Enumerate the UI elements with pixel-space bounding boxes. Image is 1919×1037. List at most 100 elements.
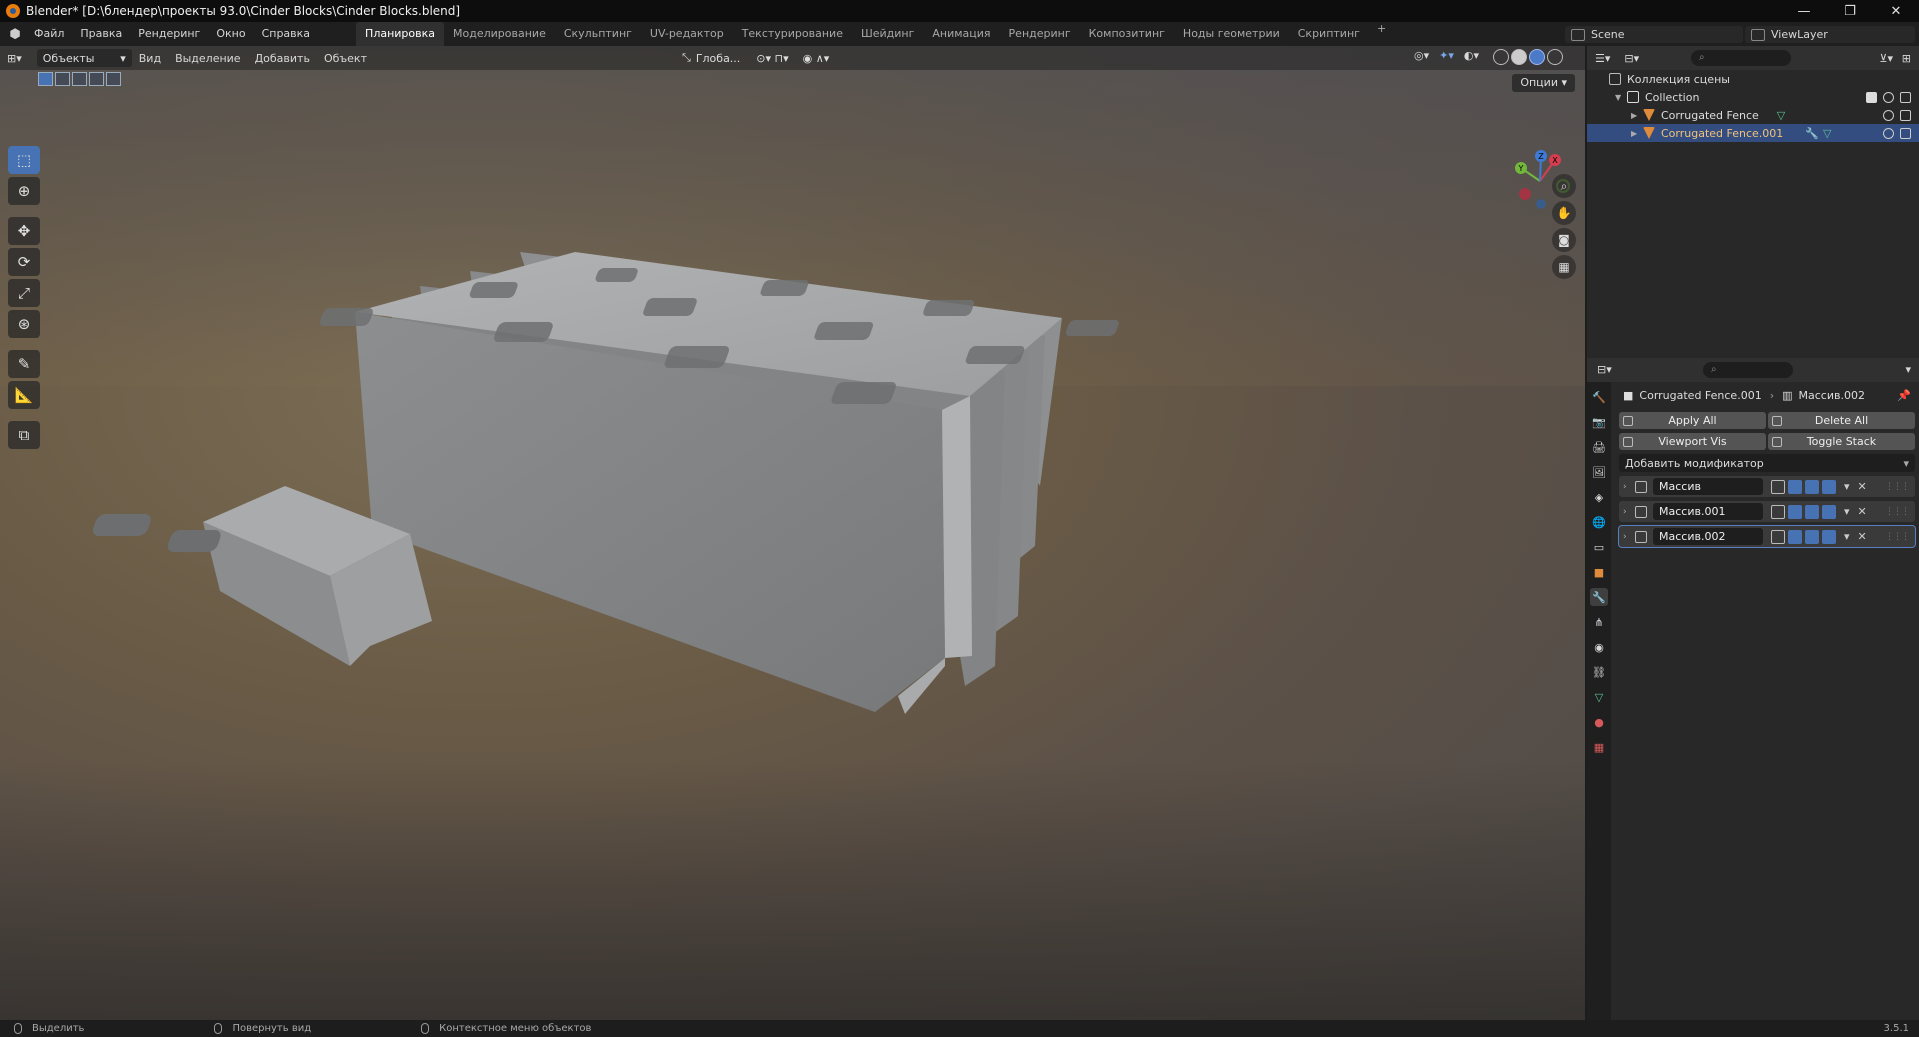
output-tab-icon[interactable]: 🖨 [1590, 438, 1608, 456]
dropdown-icon[interactable]: ▾ [1844, 480, 1850, 493]
menu-add[interactable]: Добавить [248, 52, 317, 65]
expand-arrow-icon[interactable]: ▶ [1631, 111, 1643, 120]
properties-editor-icon[interactable]: ⊟▾ [1597, 363, 1612, 376]
add-cube-tool-icon[interactable]: ⧉ [8, 421, 40, 449]
perspective-toggle-icon[interactable]: ▦ [1552, 255, 1576, 279]
expand-arrow-icon[interactable]: › [1623, 532, 1635, 542]
visibility-icon[interactable]: ◎▾ [1414, 49, 1429, 65]
tab-scripting[interactable]: Скриптинг [1289, 22, 1369, 46]
select-new-icon[interactable] [38, 72, 53, 86]
gizmo-toggle-icon[interactable]: ✦▾ [1439, 49, 1454, 65]
cage-toggle-icon[interactable] [1788, 529, 1802, 544]
data-tab-icon[interactable]: ▽ [1590, 688, 1608, 706]
transform-tool-icon[interactable]: ⊛ [8, 310, 40, 338]
texture-tab-icon[interactable]: ▦ [1590, 738, 1608, 756]
remove-modifier-icon[interactable]: ✕ [1858, 480, 1867, 493]
tab-sculpting[interactable]: Скульптинг [555, 22, 641, 46]
scale-tool-icon[interactable]: ⤢ [8, 279, 40, 307]
restore-button[interactable]: ❐ [1827, 0, 1873, 22]
outliner-object-row-selected[interactable]: ▶ Corrugated Fence.001 🔧 ▽ [1587, 124, 1919, 142]
constraints-tab-icon[interactable]: ⛓ [1590, 663, 1608, 681]
measure-tool-icon[interactable]: 📐 [8, 381, 40, 409]
material-tab-icon[interactable]: ● [1590, 713, 1608, 731]
cursor-tool-icon[interactable]: ⊕ [8, 177, 40, 205]
cage-toggle-icon[interactable] [1788, 479, 1802, 494]
pin-icon[interactable]: 📌 [1897, 389, 1911, 402]
material-shading-icon[interactable] [1529, 49, 1545, 65]
tab-texture-paint[interactable]: Текстурирование [733, 22, 852, 46]
modifier-name-field[interactable]: Массив [1653, 478, 1763, 495]
delete-all-button[interactable]: Delete All [1768, 412, 1915, 429]
remove-modifier-icon[interactable]: ✕ [1858, 530, 1867, 543]
menu-window[interactable]: Окно [208, 22, 253, 46]
menu-view[interactable]: Вид [132, 52, 168, 65]
solid-shading-icon[interactable] [1511, 49, 1527, 65]
physics-tab-icon[interactable]: ◉ [1590, 638, 1608, 656]
menu-help[interactable]: Справка [254, 22, 318, 46]
snap-icon[interactable]: ⊙▾ ⊓▾ [756, 52, 788, 65]
camera-icon[interactable] [1900, 127, 1911, 139]
move-tool-icon[interactable]: ✥ [8, 217, 40, 245]
drag-handle-icon[interactable]: ⋮⋮⋮ [1885, 532, 1910, 542]
filter-icon[interactable]: ⊻▾ [1879, 52, 1893, 65]
add-modifier-dropdown[interactable]: Добавить модификатор ▾ [1619, 454, 1915, 472]
render-tab-icon[interactable]: 📷 [1590, 413, 1608, 431]
menu-edit[interactable]: Правка [72, 22, 130, 46]
menu-file[interactable]: Файл [26, 22, 72, 46]
tab-compositing[interactable]: Композитинг [1080, 22, 1174, 46]
drag-handle-icon[interactable]: ⋮⋮⋮ [1885, 507, 1910, 517]
expand-arrow-icon[interactable]: › [1623, 482, 1635, 492]
dropdown-icon[interactable]: ▾ [1844, 530, 1850, 543]
properties-search-input[interactable]: ⌕ [1703, 362, 1793, 378]
checkbox-icon[interactable] [1866, 91, 1877, 103]
viewport-toggle-icon[interactable] [1805, 479, 1819, 494]
scene-tab-icon[interactable]: ◈ [1590, 488, 1608, 506]
object-tab-icon[interactable]: ■ [1590, 563, 1608, 581]
expand-arrow-icon[interactable]: ▼ [1615, 93, 1627, 102]
viewport-toggle-icon[interactable] [1805, 504, 1819, 519]
select-box-tool-icon[interactable]: ⬚ [8, 146, 40, 174]
select-extend-icon[interactable] [55, 72, 70, 86]
outliner-collection[interactable]: ▼ Collection [1587, 88, 1919, 106]
modifier-row[interactable]: › Массив ▾ ✕ ⋮⋮⋮ [1619, 476, 1915, 497]
3d-viewport[interactable]: ⊞▾ Объекты ▾ Вид Выделение Добавить Объе… [0, 46, 1585, 1020]
tab-geometry-nodes[interactable]: Ноды геометрии [1174, 22, 1289, 46]
cinder-blocks-scene[interactable] [0, 46, 1585, 1020]
modifier-name-field[interactable]: Массив.002 [1653, 528, 1763, 545]
modifier-row[interactable]: › Массив.001 ▾ ✕ ⋮⋮⋮ [1619, 501, 1915, 522]
tab-modeling[interactable]: Моделирование [444, 22, 555, 46]
menu-render[interactable]: Рендеринг [130, 22, 208, 46]
options-dropdown[interactable]: Опции ▾ [1512, 74, 1575, 92]
scene-selector[interactable]: Scene [1565, 26, 1743, 43]
edit-mode-toggle-icon[interactable] [1771, 479, 1785, 494]
tool-tab-icon[interactable]: 🔨 [1590, 388, 1608, 406]
edit-mode-toggle-icon[interactable] [1771, 504, 1785, 519]
viewport-vis-button[interactable]: Viewport Vis [1619, 433, 1766, 450]
tab-uv-editing[interactable]: UV-редактор [641, 22, 733, 46]
select-subtract-icon[interactable] [72, 72, 87, 86]
outliner-search-input[interactable]: ⌕ [1691, 50, 1791, 66]
wireframe-shading-icon[interactable] [1493, 49, 1509, 65]
expand-arrow-icon[interactable]: › [1623, 507, 1635, 517]
apply-all-button[interactable]: Apply All [1619, 412, 1766, 429]
annotate-tool-icon[interactable]: ✎ [8, 350, 40, 378]
interaction-mode-select[interactable]: Объекты ▾ [36, 49, 132, 67]
render-toggle-icon[interactable] [1822, 504, 1836, 519]
eye-icon[interactable] [1883, 109, 1894, 121]
viewport-toggle-icon[interactable] [1805, 529, 1819, 544]
rendered-shading-icon[interactable] [1547, 49, 1563, 65]
rotate-tool-icon[interactable]: ⟳ [8, 248, 40, 276]
view-layer-selector[interactable]: ViewLayer [1745, 26, 1915, 43]
overlay-toggle-icon[interactable]: ◐▾ [1464, 49, 1479, 65]
eye-icon[interactable] [1883, 91, 1894, 103]
display-mode-icon[interactable]: ⊟▾ [1624, 52, 1639, 65]
cage-toggle-icon[interactable] [1788, 504, 1802, 519]
select-intersect-icon[interactable] [106, 72, 121, 86]
toggle-stack-button[interactable]: Toggle Stack [1768, 433, 1915, 450]
dropdown-icon[interactable]: ▾ [1844, 505, 1850, 518]
transform-orientation[interactable]: ⤡ Глоба... ⊙▾ ⊓▾ ◉ ∧▾ [682, 49, 829, 67]
view-layer-tab-icon[interactable]: 🖼 [1590, 463, 1608, 481]
expand-arrow-icon[interactable]: ▶ [1631, 129, 1643, 138]
select-invert-icon[interactable] [89, 72, 104, 86]
render-toggle-icon[interactable] [1822, 479, 1836, 494]
